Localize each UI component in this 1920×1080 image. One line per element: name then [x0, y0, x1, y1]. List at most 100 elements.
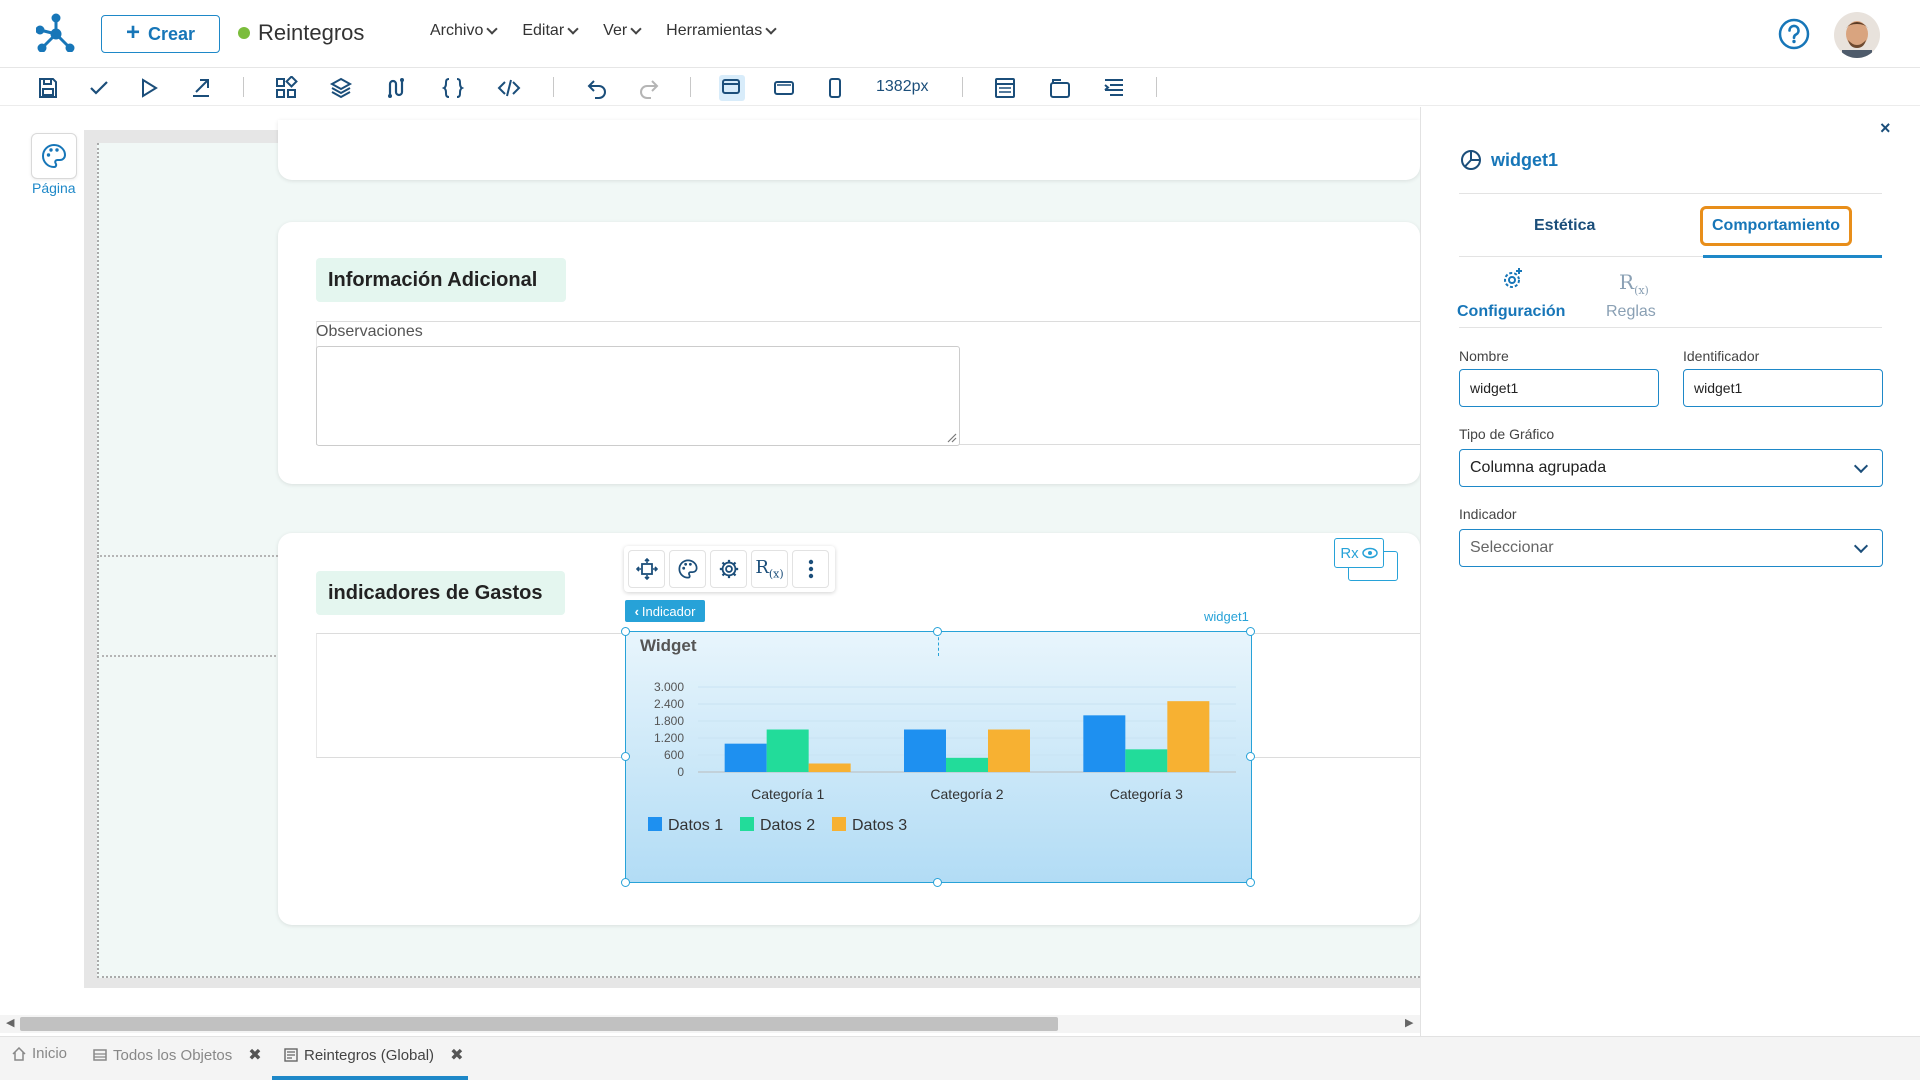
resize-handle-e[interactable] — [1246, 752, 1255, 761]
dotted-guide — [97, 555, 278, 557]
resize-handle-n[interactable] — [933, 627, 942, 636]
toolbar-separator — [553, 77, 554, 97]
close-tab-icon[interactable]: ✖ — [248, 1045, 261, 1065]
resize-handle-nw[interactable] — [621, 627, 630, 636]
undo-icon[interactable] — [585, 76, 609, 100]
workflow-icon[interactable] — [384, 76, 408, 100]
close-panel-button[interactable]: × — [1880, 118, 1891, 139]
indicador-label: Indicador — [1459, 506, 1517, 522]
tab-reintegros-global[interactable]: Reintegros (Global) ✖ — [284, 1045, 463, 1065]
layout-icon[interactable] — [993, 76, 1017, 100]
nombre-input[interactable]: widget1 — [1459, 369, 1659, 407]
subtab-reglas[interactable]: Reglas — [1606, 303, 1656, 321]
export-icon[interactable] — [189, 76, 213, 100]
y-tick-label: 1.800 — [654, 714, 684, 728]
toolbar-separator — [962, 77, 963, 97]
resize-handle-s[interactable] — [933, 878, 942, 887]
scroll-right-icon[interactable]: ▶ — [1405, 1016, 1413, 1029]
rules-button[interactable]: R(x) — [751, 550, 788, 588]
layers-icon[interactable] — [329, 76, 353, 100]
bar-datos-1 — [724, 743, 767, 772]
components-icon[interactable] — [274, 75, 298, 100]
move-icon — [635, 558, 658, 580]
identificador-input[interactable]: widget1 — [1683, 369, 1883, 407]
page-settings-button[interactable] — [31, 133, 77, 179]
scrollbar-thumb[interactable] — [20, 1017, 1058, 1031]
chevron-down-icon — [1853, 538, 1869, 553]
indicador-select[interactable]: Seleccionar — [1459, 529, 1883, 567]
parent-indicator-badge[interactable]: ‹ Indicador — [625, 600, 705, 622]
gear-icon[interactable] — [1499, 266, 1525, 292]
bar-datos-1 — [1083, 715, 1126, 772]
menu-herramientas[interactable]: Herramientas — [666, 22, 777, 40]
create-button[interactable]: + Crear — [101, 15, 220, 53]
scroll-left-icon[interactable]: ◀ — [6, 1016, 14, 1029]
divider — [1459, 327, 1882, 328]
page-label: Página — [32, 180, 76, 196]
menu-editar[interactable]: Editar — [522, 22, 579, 40]
align-icon[interactable] — [1102, 76, 1126, 100]
active-tab-indicator — [1703, 255, 1882, 258]
tab-comportamiento[interactable]: Comportamiento — [1700, 206, 1852, 246]
more-options-button[interactable] — [792, 550, 829, 588]
main-menu: Archivo Editar Ver Herramientas — [430, 22, 777, 40]
settings-button[interactable] — [710, 550, 747, 588]
chevron-down-icon — [567, 23, 579, 35]
mobile-view-icon[interactable] — [823, 76, 847, 100]
plus-icon: + — [125, 19, 140, 46]
x-tick-label: Categoría 1 — [751, 786, 824, 802]
menu-ver-label: Ver — [603, 22, 628, 39]
tipo-grafico-select[interactable]: Columna agrupada — [1459, 449, 1883, 487]
user-avatar[interactable] — [1834, 12, 1880, 58]
braces-icon[interactable] — [441, 76, 465, 100]
move-button[interactable] — [628, 550, 665, 588]
tab-inicio-label: Inicio — [32, 1045, 68, 1062]
check-icon[interactable] — [87, 76, 111, 100]
save-icon[interactable] — [36, 76, 60, 100]
app-logo-icon[interactable] — [36, 12, 76, 52]
tab-comportamiento-label: Comportamiento — [1712, 217, 1840, 234]
subtab-configuracion[interactable]: Configuración — [1457, 303, 1565, 321]
resize-handle-se[interactable] — [1246, 878, 1255, 887]
legend-swatch — [740, 817, 754, 831]
legend-label: Datos 2 — [760, 817, 815, 834]
help-icon[interactable] — [1778, 18, 1810, 50]
section-title-info[interactable]: Información Adicional — [316, 258, 566, 302]
tab-todos-los-objetos[interactable]: Todos los Objetos ✖ — [93, 1045, 262, 1065]
y-tick-label: 600 — [664, 748, 684, 762]
resize-handle-ne[interactable] — [1246, 627, 1255, 636]
toolbar-separator — [1156, 77, 1157, 97]
chevron-left-icon: ‹ — [634, 603, 639, 619]
create-button-label: Crear — [147, 23, 196, 44]
rules-badge[interactable]: Rx — [1334, 538, 1384, 568]
tab-inicio[interactable]: Inicio — [12, 1045, 67, 1062]
active-tab-indicator — [272, 1076, 468, 1080]
resize-handle-sw[interactable] — [621, 878, 630, 887]
tablet-view-icon[interactable] — [772, 76, 796, 100]
resize-handle-icon[interactable] — [947, 433, 957, 443]
menu-ver[interactable]: Ver — [603, 22, 642, 40]
properties-panel — [1420, 107, 1920, 1037]
section-title-indicators[interactable]: indicadores de Gastos — [316, 571, 565, 615]
toolbar-separator — [690, 77, 691, 97]
window-icon[interactable] — [1048, 76, 1072, 100]
list-icon — [93, 1049, 107, 1061]
desktop-view-icon[interactable] — [719, 75, 745, 101]
close-tab-icon[interactable]: ✖ — [450, 1045, 463, 1065]
tab-estetica[interactable]: Estética — [1534, 217, 1595, 235]
resize-handle-w[interactable] — [621, 752, 630, 761]
form-icon — [284, 1048, 298, 1062]
home-icon — [12, 1046, 26, 1061]
style-button[interactable] — [669, 550, 706, 588]
form-section-top[interactable] — [278, 120, 1420, 180]
play-icon[interactable] — [137, 76, 161, 100]
rules-rx-icon[interactable]: R(x) — [1619, 270, 1649, 297]
palette-icon — [678, 559, 698, 579]
menu-archivo[interactable]: Archivo — [430, 22, 499, 40]
toolbar-separator — [243, 77, 244, 97]
bar-datos-1 — [904, 729, 946, 772]
chart-widget[interactable]: Widget 3.000 2.400 1.800 1.200 600 0 Categoría… — [625, 631, 1252, 883]
code-icon[interactable] — [497, 76, 521, 100]
redo-icon[interactable] — [637, 76, 661, 100]
observaciones-textarea[interactable] — [316, 346, 960, 446]
